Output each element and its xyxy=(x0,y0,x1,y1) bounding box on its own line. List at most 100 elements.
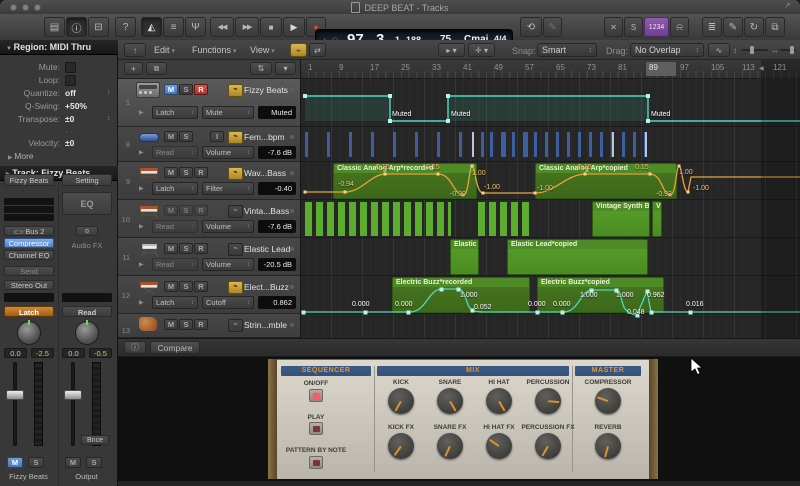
bus-send-button[interactable]: ⊂⊃ Bus 2 xyxy=(4,226,54,236)
media-browser-button[interactable]: ⧉ xyxy=(765,17,785,37)
pan-knob[interactable] xyxy=(75,320,99,345)
volume-fader[interactable] xyxy=(71,362,75,446)
fader-cap[interactable] xyxy=(6,390,24,400)
automation-param-dropdown[interactable]: Volume xyxy=(202,146,254,159)
track-solo-button[interactable]: S xyxy=(179,167,193,178)
track-automation-icon[interactable]: ⌁ xyxy=(228,243,243,256)
track-automation-icon[interactable]: ⌁ xyxy=(228,167,243,180)
track-name[interactable]: Elastic Lead xyxy=(244,244,290,254)
track-header-options-button[interactable]: ▾ xyxy=(275,62,296,75)
disclosure-right-icon[interactable]: ▶ xyxy=(139,185,144,192)
volume-fader[interactable] xyxy=(13,362,17,446)
strings-icon[interactable] xyxy=(139,317,157,331)
catch-playhead-button[interactable]: ↑ xyxy=(124,43,146,57)
pan-knob[interactable] xyxy=(17,320,41,345)
snare-fx-knob[interactable] xyxy=(437,433,463,459)
track-automation-icon[interactable]: ⌁ xyxy=(228,281,243,294)
note-pads-button[interactable]: ✎ xyxy=(723,17,743,37)
track-name[interactable]: Elect...Buzz xyxy=(244,282,290,292)
snap-dropdown[interactable]: Smart xyxy=(537,43,597,57)
compare-button[interactable]: Compare xyxy=(150,341,200,354)
track-sort-button[interactable]: ⇅ xyxy=(250,62,272,75)
sequencer-play-button[interactable] xyxy=(309,422,323,435)
track-solo-button[interactable]: S xyxy=(179,319,193,330)
audio-waveform-icon[interactable] xyxy=(139,133,159,142)
vertical-zoom-slider[interactable] xyxy=(742,46,768,54)
track-input-monitor-button[interactable]: I xyxy=(210,131,224,142)
track-mute-button[interactable]: M xyxy=(164,319,178,330)
cycle-button[interactable]: ⟲ xyxy=(520,17,542,37)
track-record-button[interactable]: R xyxy=(194,167,208,178)
master-solo-button[interactable]: S xyxy=(624,17,643,37)
automation-mode-read[interactable]: Read xyxy=(62,306,112,317)
plugin-info-button[interactable]: ⓘ xyxy=(124,341,146,354)
compressor-knob[interactable] xyxy=(595,388,621,414)
track-mute-button[interactable]: M xyxy=(164,167,178,178)
slider-thumb[interactable] xyxy=(790,46,794,54)
track-mute-button[interactable]: M xyxy=(164,205,178,216)
automation-value[interactable]: -7.6 dB xyxy=(258,146,296,159)
kick-knob[interactable] xyxy=(388,388,414,414)
count-in-button[interactable]: 1234 xyxy=(644,17,669,37)
qswing-value[interactable]: +50% xyxy=(65,101,87,111)
pattern-by-note-button[interactable] xyxy=(309,456,323,469)
track-solo-button[interactable]: S xyxy=(179,281,193,292)
rewind-button[interactable]: ◀◀ xyxy=(210,17,234,37)
automation-value[interactable]: -0.40 xyxy=(258,182,296,195)
edit-menu[interactable]: Edit xyxy=(154,45,175,55)
loop-browser-button[interactable]: ↻ xyxy=(744,17,764,37)
list-editors-button[interactable]: ≣ xyxy=(702,17,722,37)
automation-mode-dropdown[interactable]: Latch xyxy=(152,182,198,195)
metronome-button[interactable]: ◭ xyxy=(141,17,162,37)
automation-mode-dropdown[interactable]: Read xyxy=(152,258,198,271)
track-record-button[interactable]: R xyxy=(194,84,208,95)
disclosure-right-icon[interactable]: ▶ xyxy=(139,299,144,306)
track-name[interactable]: Strin...mble xyxy=(244,320,290,330)
disclosure-right-icon[interactable]: ▶ xyxy=(139,109,144,116)
insert-slot[interactable] xyxy=(4,214,54,221)
setting-button[interactable]: Setting xyxy=(62,174,112,186)
toolbar-toggle-button[interactable]: ⊟ xyxy=(88,17,109,37)
tuner-button[interactable]: Ψ xyxy=(185,17,206,37)
eq-thumbnail-button[interactable]: EQ xyxy=(62,192,112,215)
output-button[interactable]: Stereo Out xyxy=(4,280,54,290)
channel-solo-button[interactable]: S xyxy=(86,457,102,468)
volume-value[interactable]: -0.5 xyxy=(89,348,112,358)
track-lanes[interactable]: Classic Analog Arp*recorded Classic Anal… xyxy=(300,79,800,338)
track-mute-button[interactable]: M xyxy=(164,84,178,95)
track-record-button[interactable]: R xyxy=(194,281,208,292)
automation-param-dropdown[interactable]: Filter xyxy=(202,182,254,195)
region-inspector-header[interactable]: ▼ Region: MIDI Thru xyxy=(0,40,118,55)
mixer-button[interactable]: ≡ xyxy=(163,17,184,37)
transpose-value[interactable]: ±0 xyxy=(65,114,74,124)
drum-machine-icon[interactable] xyxy=(136,82,160,98)
more-disclosure[interactable]: ▶ More xyxy=(8,151,34,161)
track-automation-icon[interactable]: ⌁ xyxy=(228,84,243,97)
channel-name-button[interactable]: Fizzy Beats xyxy=(4,174,54,186)
automation-value[interactable]: 0.862 xyxy=(258,296,296,309)
track-on-indicator[interactable] xyxy=(290,209,294,213)
track-automation-icon[interactable]: ⌁ xyxy=(228,205,243,218)
loop-checkbox[interactable] xyxy=(65,75,76,86)
fader-cap[interactable] xyxy=(64,390,82,400)
track-on-indicator[interactable] xyxy=(290,88,294,92)
automation-value[interactable]: -7.6 dB xyxy=(258,220,296,233)
volume-value[interactable]: -2.5 xyxy=(31,348,54,358)
waveform-zoom-button[interactable]: ∿ xyxy=(708,43,730,57)
track-solo-button[interactable]: S xyxy=(179,84,193,95)
reverb-knob[interactable] xyxy=(595,433,621,459)
track-mute-button[interactable]: M xyxy=(164,131,178,142)
pan-value[interactable]: 0.0 xyxy=(4,348,27,358)
automation-mode-latch[interactable]: Latch xyxy=(4,306,54,317)
automation-value[interactable]: -20.5 dB xyxy=(258,258,296,271)
view-menu[interactable]: View xyxy=(250,45,275,55)
drag-dropdown[interactable]: No Overlap xyxy=(630,43,704,57)
channel-solo-button[interactable]: S xyxy=(28,457,44,468)
secondary-tool-button[interactable]: ✛ ▾ xyxy=(468,43,495,57)
track-on-indicator[interactable] xyxy=(290,171,294,175)
automation-param-dropdown[interactable]: Volume xyxy=(202,258,254,271)
track-record-button[interactable]: R xyxy=(194,243,208,254)
bar-ruler[interactable]: ◀ 1 9 17 25 33 41 49 57 65 73 81 89 97 1… xyxy=(300,60,800,79)
percussion-knob[interactable] xyxy=(535,388,561,414)
forward-button[interactable]: ▶▶ xyxy=(235,17,259,37)
